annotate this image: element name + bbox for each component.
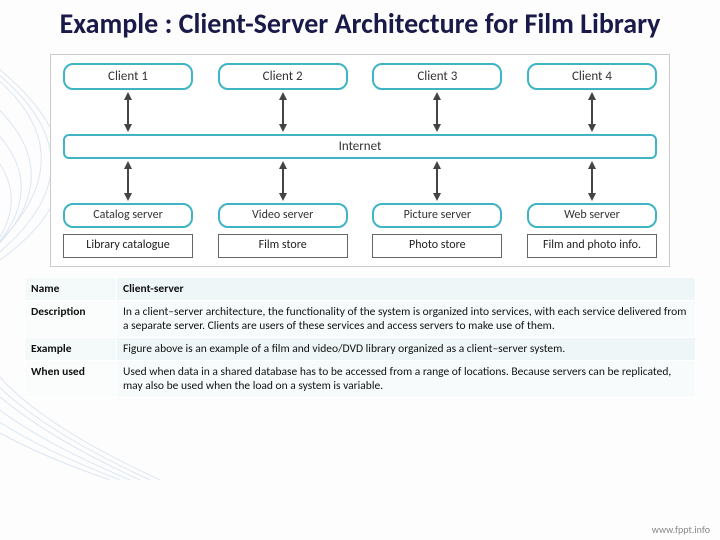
row-label: Description	[25, 300, 117, 337]
internet-box: Internet	[63, 134, 657, 159]
page-title: Example : Client-Server Architecture for…	[24, 8, 696, 40]
row-text: In a client–server architecture, the fun…	[117, 300, 696, 337]
row-text: Figure above is an example of a film and…	[117, 337, 696, 360]
arrow-row-bottom	[63, 159, 657, 203]
description-table: Name Client-server Description In a clie…	[24, 277, 696, 398]
double-arrow-icon	[276, 159, 290, 203]
table-row: Name Client-server	[25, 277, 696, 300]
architecture-diagram: Client 1 Client 2 Client 3 Client 4 Inte…	[50, 54, 670, 266]
client-box: Client 3	[372, 63, 502, 90]
client-box: Client 4	[527, 63, 657, 90]
double-arrow-icon	[121, 159, 135, 203]
server-box: Web server	[527, 203, 657, 228]
double-arrow-icon	[121, 90, 135, 134]
table-row: Example Figure above is an example of a …	[25, 337, 696, 360]
store-row: Library catalogue Film store Photo store…	[63, 234, 657, 257]
server-box: Catalog server	[63, 203, 193, 228]
row-label: Name	[25, 277, 117, 300]
double-arrow-icon	[430, 90, 444, 134]
row-text: Used when data in a shared database has …	[117, 360, 696, 397]
store-box: Photo store	[372, 234, 502, 257]
row-label: When used	[25, 360, 117, 397]
footer-link: www.fppt.info	[652, 523, 710, 536]
arrow-row-top	[63, 90, 657, 134]
table-row: When used Used when data in a shared dat…	[25, 360, 696, 397]
double-arrow-icon	[585, 90, 599, 134]
client-row: Client 1 Client 2 Client 3 Client 4	[63, 63, 657, 90]
double-arrow-icon	[430, 159, 444, 203]
server-box: Picture server	[372, 203, 502, 228]
row-text: Client-server	[117, 277, 696, 300]
client-box: Client 2	[218, 63, 348, 90]
double-arrow-icon	[585, 159, 599, 203]
internet-row: Internet	[63, 134, 657, 159]
store-box: Library catalogue	[63, 234, 193, 257]
table-row: Description In a client–server architect…	[25, 300, 696, 337]
row-label: Example	[25, 337, 117, 360]
client-box: Client 1	[63, 63, 193, 90]
store-box: Film store	[218, 234, 348, 257]
server-row: Catalog server Video server Picture serv…	[63, 203, 657, 228]
server-box: Video server	[218, 203, 348, 228]
double-arrow-icon	[276, 90, 290, 134]
store-box: Film and photo info.	[527, 234, 657, 257]
